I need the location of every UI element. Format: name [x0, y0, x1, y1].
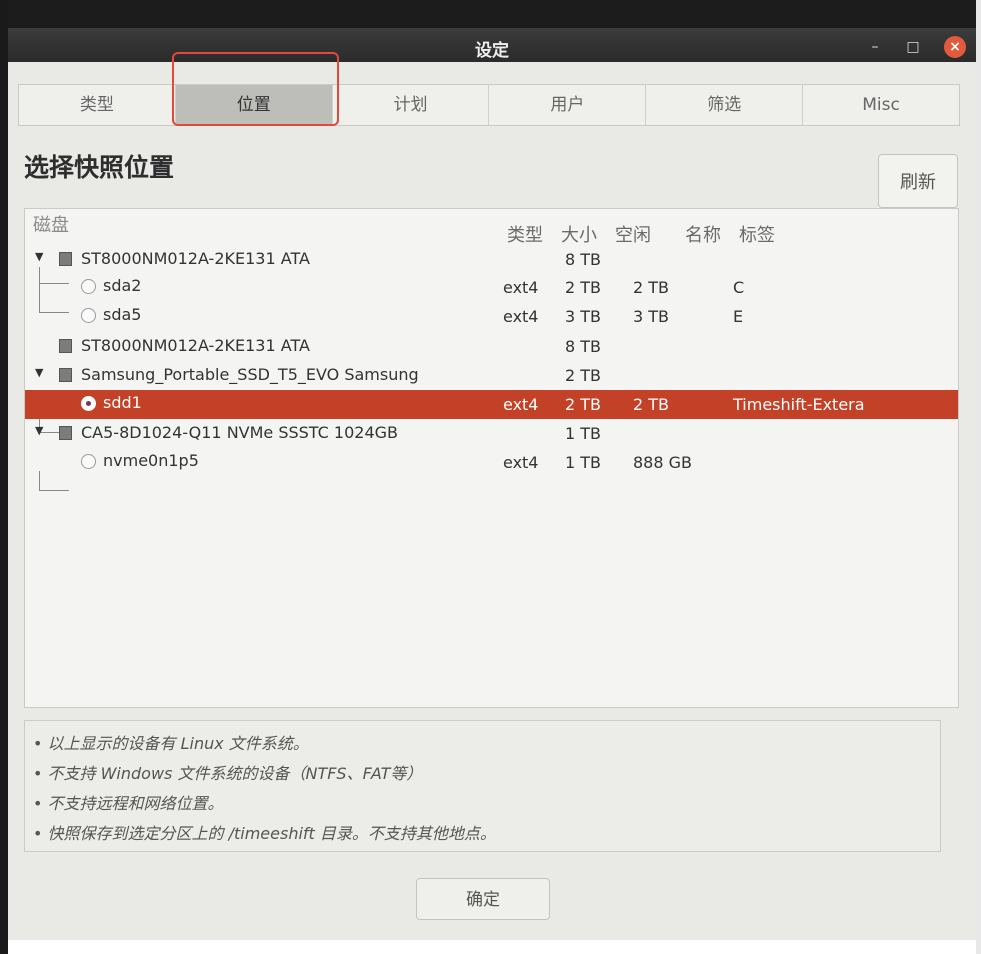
info-line: • 不支持远程和网络位置。: [33, 794, 224, 813]
disk-list: 磁盘 类型 大小 空闲 名称 标签 ▼ ST8000NM012A-2KE131 …: [24, 208, 959, 708]
harddisk-icon: [59, 368, 72, 382]
column-header-type[interactable]: 类型: [507, 221, 543, 247]
partition-radio-selected[interactable]: [81, 396, 96, 411]
partition-row[interactable]: sda2 ext4 2 TB 2 TB C: [25, 273, 958, 302]
partition-free: 3 TB: [633, 307, 670, 326]
window-title: 设定: [475, 41, 509, 61]
ok-button[interactable]: 确定: [416, 878, 550, 920]
partition-size: 3 TB: [565, 307, 602, 326]
partition-type: ext4: [503, 278, 539, 297]
disk-size: 8 TB: [565, 337, 602, 356]
partition-name: nvme0n1p5: [103, 451, 199, 470]
info-line: • 快照保存到选定分区上的 /timeeshift 目录。不支持其他地点。: [33, 824, 496, 843]
info-panel: • 以上显示的设备有 Linux 文件系统。 • 不支持 Windows 文件系…: [24, 720, 941, 852]
partition-size: 2 TB: [565, 278, 602, 297]
photo-right-edge: [976, 0, 981, 954]
expand-arrow-icon[interactable]: ▼: [35, 366, 43, 379]
disk-row[interactable]: ▼ CA5-8D1024-Q11 NVMe SSSTC 1024GB 1 TB: [25, 419, 958, 448]
partition-row[interactable]: sda5 ext4 3 TB 3 TB E: [25, 302, 958, 331]
tab-filters[interactable]: 筛选: [646, 85, 804, 125]
titlebar[interactable]: 设定 – □ ×: [8, 28, 976, 62]
expand-arrow-icon[interactable]: ▼: [35, 250, 43, 263]
tab-type[interactable]: 类型: [19, 85, 176, 125]
column-header-name[interactable]: 名称: [685, 221, 721, 247]
tab-misc[interactable]: Misc: [803, 85, 959, 125]
disk-name: ST8000NM012A-2KE131 ATA: [81, 336, 310, 355]
partition-row-selected[interactable]: sdd1 ext4 2 TB 2 TB Timeshift-Extera: [25, 390, 958, 419]
partition-free: 888 GB: [633, 453, 692, 472]
harddisk-icon: [59, 426, 72, 440]
disk-row[interactable]: ▼ Samsung_Portable_SSD_T5_EVO Samsung 2 …: [25, 361, 958, 390]
partition-type: ext4: [503, 307, 539, 326]
partition-free: 2 TB: [633, 395, 670, 414]
disk-name: Samsung_Portable_SSD_T5_EVO Samsung: [81, 365, 419, 384]
disk-name: ST8000NM012A-2KE131 ATA: [81, 249, 310, 268]
partition-label: Timeshift-Extera: [733, 395, 865, 414]
column-header-size[interactable]: 大小: [561, 221, 597, 247]
harddisk-icon: [59, 339, 72, 353]
partition-name: sda5: [103, 305, 142, 324]
column-header-disk[interactable]: 磁盘: [33, 211, 69, 237]
tab-bar: 类型 位置 计划 用户 筛选 Misc: [18, 84, 960, 126]
column-header-label[interactable]: 标签: [739, 221, 775, 247]
page-title: 选择快照位置: [24, 153, 175, 182]
column-header-free[interactable]: 空闲: [615, 221, 651, 247]
partition-label: E: [733, 307, 744, 326]
maximize-icon[interactable]: □: [902, 36, 924, 58]
disk-size: 1 TB: [565, 424, 602, 443]
photo-left-edge: [0, 0, 8, 954]
partition-type: ext4: [503, 453, 539, 472]
expand-arrow-icon[interactable]: ▼: [35, 424, 43, 437]
disk-size: 8 TB: [565, 250, 602, 269]
partition-name: sda2: [103, 276, 142, 295]
partition-radio[interactable]: [81, 308, 96, 323]
close-icon[interactable]: ×: [944, 36, 966, 58]
disk-size: 2 TB: [565, 366, 602, 385]
partition-type: ext4: [503, 395, 539, 414]
tab-schedule[interactable]: 计划: [333, 85, 490, 125]
info-line: • 不支持 Windows 文件系统的设备（NTFS、FAT等）: [33, 764, 423, 783]
settings-window: 设定 – □ × 类型 位置 计划 用户 筛选 Misc 选择快照位置 刷新 磁…: [8, 28, 976, 940]
partition-row[interactable]: nvme0n1p5 ext4 1 TB 888 GB: [25, 448, 958, 477]
disk-row[interactable]: ▼ ST8000NM012A-2KE131 ATA 8 TB: [25, 245, 958, 274]
partition-radio[interactable]: [81, 454, 96, 469]
photo-top-edge: [0, 0, 981, 30]
partition-name: sdd1: [103, 393, 142, 412]
partition-radio[interactable]: [81, 279, 96, 294]
info-line: • 以上显示的设备有 Linux 文件系统。: [33, 734, 309, 753]
harddisk-icon: [59, 252, 72, 266]
annotation-highlight-box: [172, 52, 339, 126]
partition-size: 2 TB: [565, 395, 602, 414]
disk-row[interactable]: ST8000NM012A-2KE131 ATA 8 TB: [25, 332, 958, 361]
tab-users[interactable]: 用户: [489, 85, 647, 125]
partition-size: 1 TB: [565, 453, 602, 472]
tree-connector: [39, 490, 69, 491]
minimize-icon[interactable]: –: [864, 36, 886, 58]
partition-label: C: [733, 278, 745, 297]
refresh-button[interactable]: 刷新: [878, 154, 958, 208]
partition-free: 2 TB: [633, 278, 670, 297]
disk-name: CA5-8D1024-Q11 NVMe SSSTC 1024GB: [81, 423, 398, 442]
